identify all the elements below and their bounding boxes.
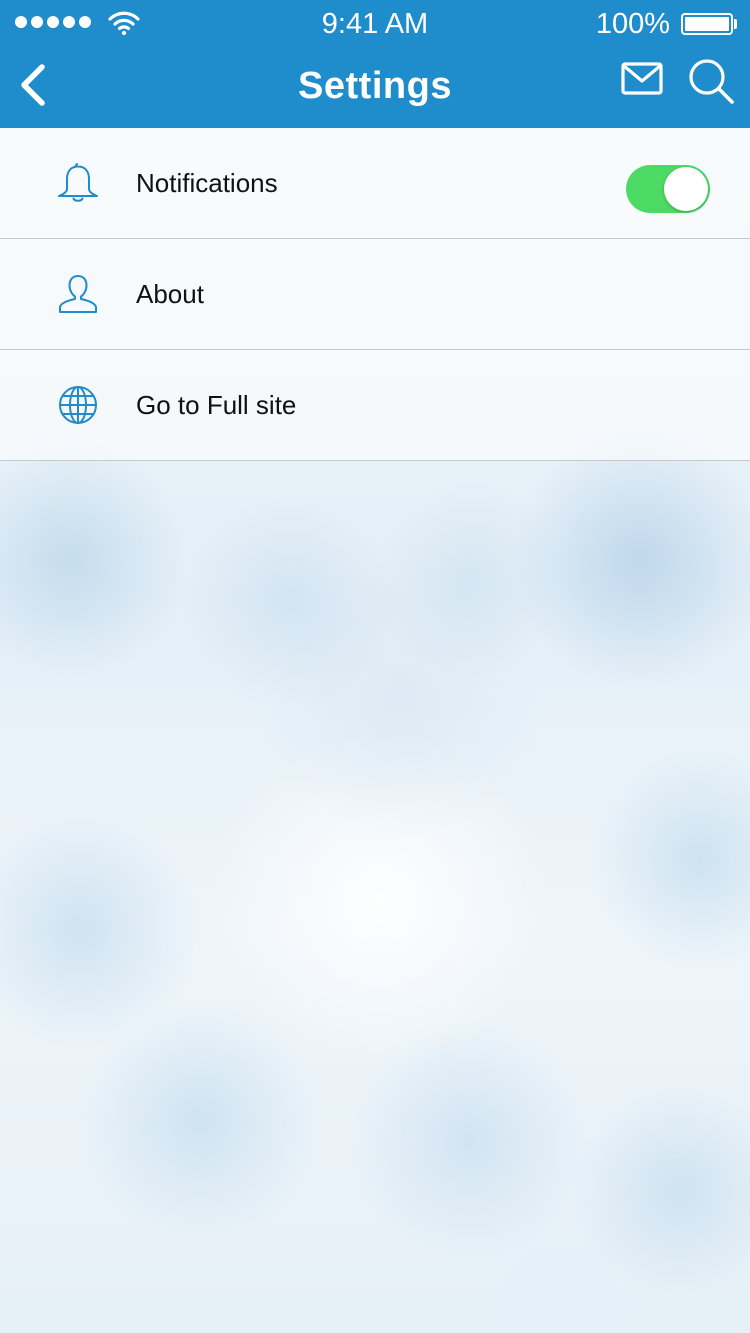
mail-icon — [621, 62, 663, 95]
globe-icon — [59, 386, 97, 424]
settings-row-full-site[interactable]: Go to Full site — [0, 350, 750, 461]
settings-list: Notifications About Go to Full site — [0, 128, 750, 461]
bell-icon — [58, 163, 98, 202]
status-bar: 9:41 AM 100% — [0, 0, 750, 48]
battery-icon — [681, 13, 733, 35]
mail-button[interactable] — [620, 60, 664, 98]
search-icon — [689, 59, 734, 104]
nav-bar: Settings — [0, 48, 750, 128]
notifications-toggle[interactable] — [626, 165, 710, 213]
settings-row-label: Go to Full site — [136, 390, 297, 420]
settings-row-label: Notifications — [136, 168, 278, 198]
toggle-knob — [664, 167, 708, 211]
battery-tip — [734, 19, 737, 29]
settings-row-label: About — [136, 279, 204, 309]
header: 9:41 AM 100% Settings — [0, 0, 750, 128]
settings-row-notifications[interactable]: Notifications — [0, 128, 750, 239]
settings-row-about[interactable]: About — [0, 239, 750, 350]
battery-percentage: 100% — [595, 8, 670, 40]
search-button[interactable] — [686, 56, 736, 106]
user-icon — [59, 275, 97, 313]
